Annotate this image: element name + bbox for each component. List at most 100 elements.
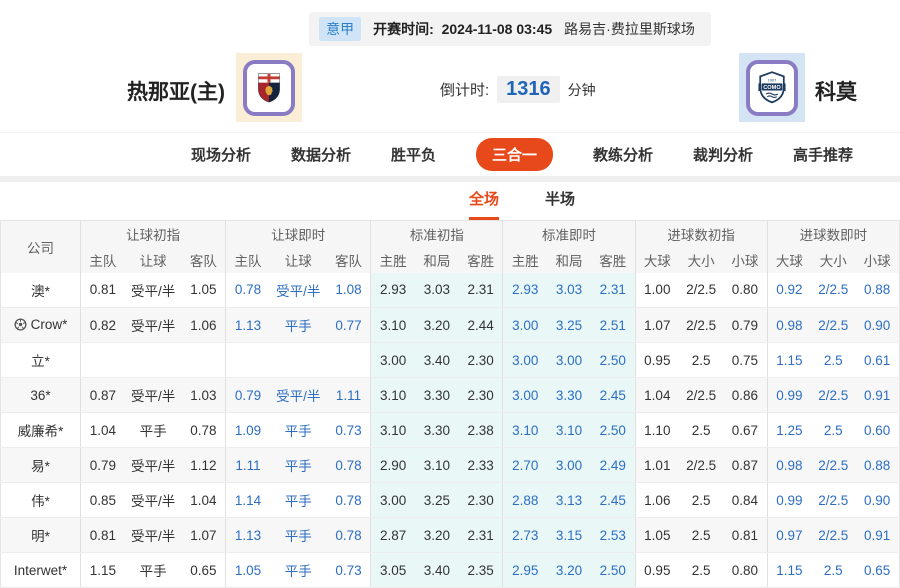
- company-cell[interactable]: 明*: [0, 517, 82, 553]
- company-name: 威廉希*: [17, 424, 64, 439]
- group-header-1: 让球即时: [225, 220, 371, 247]
- sub-header: 主队: [225, 246, 270, 273]
- nav-tab-0[interactable]: 现场分析: [191, 144, 251, 165]
- odds-cell: 1.15: [80, 552, 125, 588]
- odds-cell: 3.15: [546, 517, 591, 553]
- subtab-1[interactable]: 半场: [545, 188, 575, 220]
- company-cell[interactable]: 威廉希*: [0, 412, 82, 448]
- nav-tab-2[interactable]: 胜平负: [391, 144, 436, 165]
- odds-cell: 2/2.5: [811, 447, 856, 483]
- odds-cell: 3.10: [370, 412, 415, 448]
- odds-cell: 2.31: [458, 517, 503, 553]
- odds-cell: 0.65: [855, 552, 900, 588]
- odds-cell: 1.05: [225, 552, 270, 588]
- odds-cell: 0.79: [723, 307, 768, 343]
- odds-cell: 3.10: [370, 307, 415, 343]
- odds-cell: 2/2.5: [679, 447, 724, 483]
- odds-cell: 1.04: [634, 377, 680, 413]
- odds-cell: 受平/半: [124, 482, 182, 518]
- kickoff-time: 开赛时间: 2024-11-08 03:45: [373, 19, 552, 39]
- nav-tab-4[interactable]: 教练分析: [593, 144, 653, 165]
- odds-cell: 3.10: [414, 447, 459, 483]
- table-row: 明* 0.81 受平/半 1.07 1.13 平手 0.78 2.87 3.20 2.31 2.73…: [0, 517, 900, 553]
- odds-cell: 1.06: [181, 307, 226, 343]
- odds-cell: 1.10: [634, 412, 680, 448]
- odds-cell: 2.38: [458, 412, 503, 448]
- odds-cell: 0.87: [723, 447, 768, 483]
- nav-bar: 现场分析 数据分析 胜平负 三合一 教练分析 裁判分析 高手推荐: [0, 132, 900, 176]
- sub-header: 大小: [679, 246, 724, 273]
- countdown-label: 倒计时:: [440, 82, 490, 99]
- odds-cell: 2.31: [458, 272, 503, 308]
- odds-cell: 0.80: [723, 552, 768, 588]
- odds-cell: [181, 342, 226, 378]
- countdown-value: 1316: [497, 76, 560, 103]
- company-cell[interactable]: Interwet*: [0, 552, 82, 588]
- subtab-0[interactable]: 全场: [468, 188, 499, 220]
- odds-cell: 3.00: [546, 342, 591, 378]
- odds-cell: 1.01: [634, 447, 680, 483]
- sub-header: 客队: [326, 246, 371, 273]
- countdown: 倒计时: 1316 分钟: [440, 76, 596, 103]
- odds-cell: 1.12: [181, 447, 226, 483]
- subtab-bar: 全场 半场: [0, 182, 900, 220]
- odds-cell: 2/2.5: [811, 517, 856, 553]
- table-row: Interwet* 1.15 平手 0.65 1.05 平手 0.73 3.05 3.40 2.3…: [0, 552, 900, 588]
- odds-cell: 2.50: [591, 412, 636, 448]
- odds-cell: 0.81: [723, 517, 768, 553]
- odds-cell: 0.75: [723, 342, 768, 378]
- odds-cell: 0.99: [766, 377, 812, 413]
- kickoff-value: 2024-11-08 03:45: [441, 21, 553, 37]
- nav-tab-1[interactable]: 数据分析: [291, 144, 351, 165]
- odds-cell: 2.51: [591, 307, 636, 343]
- odds-cell: 0.80: [723, 272, 768, 308]
- odds-cell: 3.00: [370, 342, 415, 378]
- odds-cell: 0.86: [723, 377, 768, 413]
- odds-cell: 3.20: [414, 307, 459, 343]
- sub-header: 小球: [723, 246, 768, 273]
- company-cell[interactable]: 立*: [0, 342, 82, 378]
- odds-cell: 0.91: [855, 377, 900, 413]
- football-icon: [14, 317, 27, 334]
- odds-cell: 3.10: [370, 377, 415, 413]
- away-team-logo: 1907 COMO: [739, 53, 805, 122]
- company-cell[interactable]: 澳*: [0, 272, 82, 308]
- odds-cell: 1.04: [181, 482, 226, 518]
- odds-cell: 0.88: [855, 272, 900, 308]
- odds-cell: 平手: [124, 552, 182, 588]
- odds-cell: 2.5: [679, 482, 724, 518]
- svg-text:COMO: COMO: [763, 85, 781, 91]
- odds-cell: 2.45: [591, 377, 636, 413]
- company-cell[interactable]: 伟*: [0, 482, 82, 518]
- match-info-bar: 意甲 开赛时间: 2024-11-08 03:45 路易吉·费拉里斯球场: [309, 12, 711, 46]
- odds-cell: 2.49: [591, 447, 636, 483]
- company-name: Interwet*: [13, 562, 68, 578]
- odds-cell: 0.95: [634, 552, 680, 588]
- sub-header: 让球: [269, 246, 327, 273]
- company-cell[interactable]: Crow*: [0, 307, 82, 343]
- odds-cell: 平手: [269, 517, 327, 553]
- odds-cell: 受平/半: [124, 307, 182, 343]
- odds-cell: 2.87: [370, 517, 415, 553]
- group-header-5: 进球数即时: [766, 220, 900, 247]
- company-cell[interactable]: 易*: [0, 447, 82, 483]
- sub-header: 客胜: [591, 246, 636, 273]
- odds-cell: 2.95: [502, 552, 547, 588]
- odds-cell: 2.35: [458, 552, 503, 588]
- sub-header: 和局: [546, 246, 591, 273]
- nav-tab-6[interactable]: 高手推荐: [793, 144, 853, 165]
- odds-cell: 3.05: [370, 552, 415, 588]
- kickoff-label: 开赛时间:: [373, 21, 434, 37]
- genoa-crest-icon: [243, 59, 295, 116]
- nav-tab-5[interactable]: 裁判分析: [693, 144, 753, 165]
- sub-header: 主队: [80, 246, 125, 273]
- odds-cell: 0.67: [723, 412, 768, 448]
- company-name: 澳*: [31, 283, 50, 299]
- odds-cell: 平手: [269, 307, 327, 343]
- odds-cell: 3.25: [546, 307, 591, 343]
- nav-tab-3[interactable]: 三合一: [475, 138, 553, 171]
- company-cell[interactable]: 36*: [0, 377, 82, 413]
- odds-cell: 3.10: [502, 412, 547, 448]
- odds-cell: 2/2.5: [679, 377, 724, 413]
- odds-cell: 0.78: [326, 447, 371, 483]
